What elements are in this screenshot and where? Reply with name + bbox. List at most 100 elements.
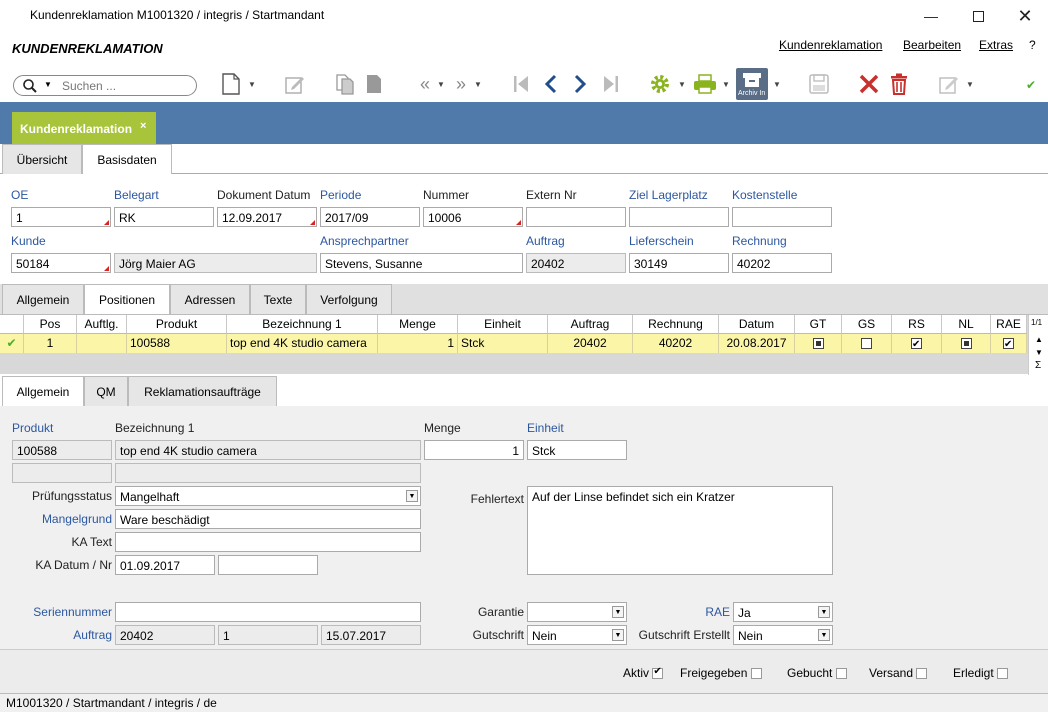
grid-header-datum[interactable]: Datum — [719, 315, 795, 334]
cell-gs[interactable] — [842, 334, 892, 353]
grid-header-rae[interactable]: RAE — [991, 315, 1027, 334]
tab-detail-allgemein[interactable]: Allgemein — [2, 376, 84, 407]
erledigt-checkbox[interactable] — [997, 668, 1009, 680]
nl-checkbox[interactable] — [960, 338, 972, 350]
freigegeben-flag[interactable]: Freigegeben — [680, 666, 762, 680]
rechnung-field[interactable]: 40202 — [732, 253, 832, 273]
gebucht-checkbox[interactable] — [835, 668, 847, 680]
grid-header-gt[interactable]: GT — [795, 315, 842, 334]
seriennummer-field[interactable] — [115, 602, 421, 622]
oe-field[interactable]: 1 — [11, 207, 111, 227]
tab-texte[interactable]: Texte — [250, 284, 306, 314]
print-dropdown-icon[interactable]: ▼ — [722, 80, 730, 89]
back-double-icon[interactable]: « — [412, 70, 438, 98]
search-dropdown-icon[interactable]: ▼ — [44, 80, 52, 89]
gutschrift-erstellt-select[interactable]: Nein ▼ — [733, 625, 833, 645]
note-edit-icon[interactable] — [936, 70, 962, 98]
kostenstelle-field[interactable] — [732, 207, 832, 227]
rs-checkbox[interactable] — [911, 336, 922, 353]
search-box[interactable]: ▼ Suchen ... — [13, 75, 197, 96]
save-icon[interactable] — [806, 70, 832, 98]
nummer-field[interactable]: 10006 — [423, 207, 523, 227]
grid-header-auftrag[interactable]: Auftrag — [548, 315, 633, 334]
chevron-down-icon[interactable]: ▼ — [612, 606, 624, 618]
lieferschein-field[interactable]: 30149 — [629, 253, 729, 273]
grid-scrollbar[interactable]: 1/1 ▲ ▼ Σ — [1028, 315, 1048, 375]
gutschrift-select[interactable]: Nein ▼ — [527, 625, 627, 645]
cell-bezeichnung[interactable]: top end 4K studio camera — [227, 334, 378, 353]
cell-pos[interactable]: 1 — [24, 334, 77, 353]
settings-gear-icon[interactable] — [647, 70, 673, 98]
gt-checkbox[interactable] — [812, 338, 824, 350]
einheit-field[interactable]: Stck — [527, 440, 627, 460]
cell-gt[interactable] — [795, 334, 842, 353]
versand-checkbox[interactable] — [916, 668, 928, 680]
dokument-datum-field[interactable]: 12.09.2017 — [217, 207, 317, 227]
erledigt-flag[interactable]: Erledigt — [953, 666, 1009, 680]
forward-dropdown-icon[interactable]: ▼ — [474, 80, 482, 89]
chevron-down-icon[interactable]: ▼ — [406, 490, 418, 502]
chevron-down-icon[interactable]: ▼ — [818, 606, 830, 618]
cell-auftlg[interactable] — [77, 334, 127, 353]
tab-positionen[interactable]: Positionen — [84, 284, 170, 315]
row-selected-check-icon[interactable]: ✔ — [0, 334, 24, 353]
ka-text-field[interactable] — [115, 532, 421, 552]
menu-bearbeiten[interactable]: Bearbeiten — [903, 38, 961, 52]
archive-in-button[interactable]: Archiv In — [736, 68, 768, 100]
edit-icon[interactable] — [282, 70, 308, 98]
maximize-button[interactable] — [955, 0, 1001, 32]
delete-trash-icon[interactable] — [886, 70, 912, 98]
aktiv-flag[interactable]: Aktiv — [623, 666, 664, 680]
gs-checkbox[interactable] — [861, 338, 872, 350]
scroll-up-icon[interactable]: ▲ — [1035, 335, 1043, 344]
tab-basisdaten[interactable]: Basisdaten — [82, 144, 172, 175]
grid-header-rechnung[interactable]: Rechnung — [633, 315, 719, 334]
scroll-down-icon[interactable]: ▼ — [1035, 348, 1043, 357]
cell-rs[interactable] — [892, 334, 942, 353]
gebucht-flag[interactable]: Gebucht — [787, 666, 847, 680]
print-icon[interactable] — [692, 70, 718, 98]
cancel-icon[interactable] — [856, 70, 882, 98]
menu-extras[interactable]: Extras — [979, 38, 1013, 52]
search-input[interactable]: Suchen ... — [62, 79, 116, 93]
kunde-field[interactable]: 50184 — [11, 253, 111, 273]
archive-dropdown-icon[interactable]: ▼ — [773, 80, 781, 89]
last-record-icon[interactable] — [598, 70, 624, 98]
next-record-icon[interactable] — [567, 70, 593, 98]
aktiv-checkbox[interactable] — [652, 666, 664, 680]
grid-header-gs[interactable]: GS — [842, 315, 892, 334]
tab-verfolgung[interactable]: Verfolgung — [306, 284, 392, 314]
close-button[interactable]: ✕ — [1002, 0, 1048, 32]
note-dropdown-icon[interactable]: ▼ — [966, 80, 974, 89]
settings-dropdown-icon[interactable]: ▼ — [678, 80, 686, 89]
rae-select[interactable]: Ja ▼ — [733, 602, 833, 622]
grid-header-rs[interactable]: RS — [892, 315, 942, 334]
menge-field[interactable]: 1 — [424, 440, 524, 460]
grid-header-pos[interactable]: Pos — [24, 315, 77, 334]
extern-nr-field[interactable] — [526, 207, 626, 227]
fehlertext-textarea[interactable]: Auf der Linse befindet sich ein Kratzer — [527, 486, 833, 575]
menu-kundenreklamation[interactable]: Kundenreklamation — [779, 38, 882, 52]
grid-header-menge[interactable]: Menge — [378, 315, 458, 334]
ziel-lagerplatz-field[interactable] — [629, 207, 729, 227]
belegart-field[interactable]: RK — [114, 207, 214, 227]
freigegeben-checkbox[interactable] — [750, 668, 762, 680]
cell-nl[interactable] — [942, 334, 991, 353]
grid-header-bezeichnung[interactable]: Bezeichnung 1 — [227, 315, 378, 334]
cell-auftrag[interactable]: 20402 — [548, 334, 633, 353]
paste-icon[interactable] — [362, 70, 388, 98]
tab-allgemein[interactable]: Allgemein — [2, 284, 84, 314]
forward-double-icon[interactable]: » — [448, 70, 474, 98]
copy-icon[interactable] — [332, 70, 358, 98]
versand-flag[interactable]: Versand — [869, 666, 928, 680]
cell-datum[interactable]: 20.08.2017 — [719, 334, 795, 353]
grid-header-einheit[interactable]: Einheit — [458, 315, 548, 334]
new-dropdown-icon[interactable]: ▼ — [248, 80, 256, 89]
minimize-button[interactable]: — — [908, 0, 954, 32]
document-tab-kundenreklamation[interactable]: Kundenreklamation × — [12, 112, 156, 144]
close-tab-icon[interactable]: × — [140, 120, 146, 132]
rae-checkbox[interactable] — [1003, 336, 1014, 353]
tab-qm[interactable]: QM — [84, 376, 128, 406]
grid-header-produkt[interactable]: Produkt — [127, 315, 227, 334]
ka-datum-field[interactable]: 01.09.2017 — [115, 555, 215, 575]
